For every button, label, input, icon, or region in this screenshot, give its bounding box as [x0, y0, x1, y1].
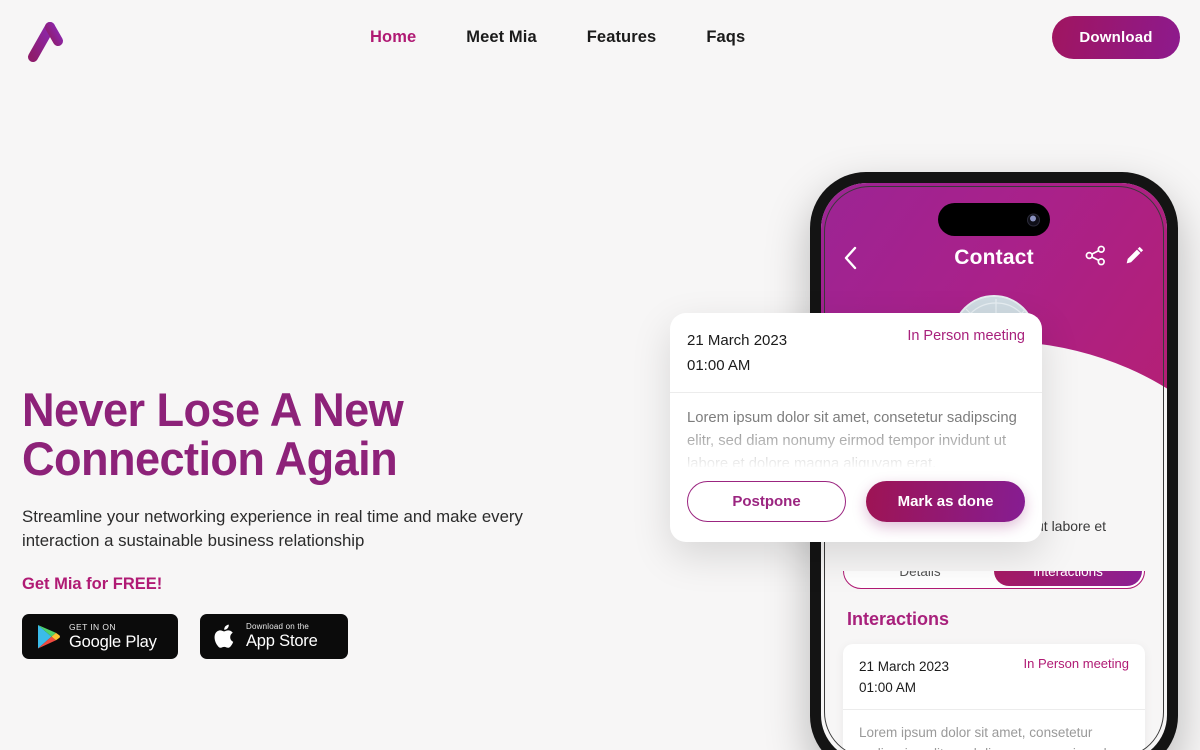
interaction-type: In Person meeting — [1023, 656, 1129, 671]
hero-section: Never Lose A New Connection Again Stream… — [22, 385, 642, 659]
front-camera-icon — [1027, 213, 1040, 226]
card-date: 21 March 2023 — [687, 332, 788, 349]
apple-icon — [214, 624, 234, 648]
top-navbar: Home Meet Mia Features Faqs Download — [0, 0, 1200, 75]
store-badges: GET IN ON Google Play Download on the Ap… — [22, 614, 642, 659]
pencil-icon[interactable] — [1124, 245, 1145, 271]
share-glyph — [1085, 245, 1105, 266]
google-play-badge-top: GET IN ON — [69, 622, 116, 632]
app-bar-actions — [1085, 245, 1145, 271]
nav-link-home[interactable]: Home — [370, 28, 416, 47]
card-datetime: 21 March 2023 01:00 AM — [687, 328, 787, 378]
hero-free-label: Get Mia for FREE! — [22, 575, 163, 593]
dynamic-island — [938, 203, 1050, 236]
interaction-header: 21 March 2023 01:00 AM In Person meeting — [843, 644, 1145, 710]
app-store-badge-bottom: App Store — [246, 632, 318, 651]
nav-link-features[interactable]: Features — [587, 28, 657, 47]
google-play-badge[interactable]: GET IN ON Google Play — [22, 614, 178, 659]
google-play-badge-bottom: Google Play — [69, 632, 157, 651]
interaction-time: 01:00 AM — [859, 680, 917, 695]
page-title: Never Lose A New Connection Again — [22, 385, 617, 483]
interaction-body: Lorem ipsum dolor sit amet, consetetur s… — [859, 725, 1107, 750]
hero-title-line-1: Never Lose A New — [22, 383, 404, 436]
card-actions: Postpone Mark as done — [670, 467, 1042, 542]
interaction-date: 21 March 2023 — [859, 659, 950, 674]
back-chevron-icon[interactable] — [843, 246, 858, 270]
google-play-icon — [38, 624, 60, 648]
interaction-detail-card: 21 March 2023 01:00 AM In Person meeting… — [670, 313, 1042, 542]
app-store-badge[interactable]: Download on the App Store — [200, 614, 348, 659]
postpone-button[interactable]: Postpone — [687, 481, 847, 522]
hero-subtitle: Streamline your networking experience in… — [22, 507, 523, 550]
mia-logo-icon — [28, 17, 70, 62]
hero-title-line-2: Connection Again — [22, 432, 398, 485]
card-meeting-type: In Person meeting — [907, 328, 1025, 344]
mia-logo[interactable] — [20, 8, 80, 66]
download-button[interactable]: Download — [1052, 16, 1180, 59]
section-title-interactions: Interactions — [847, 609, 950, 629]
nav-links: Home Meet Mia Features Faqs — [370, 0, 745, 75]
app-store-badge-top: Download on the — [246, 622, 310, 632]
card-header: 21 March 2023 01:00 AM In Person meeting — [670, 313, 1042, 393]
app-bar: Contact — [821, 241, 1167, 275]
pencil-glyph — [1126, 246, 1144, 264]
share-icon[interactable] — [1085, 245, 1106, 271]
interaction-list-item[interactable]: 21 March 2023 01:00 AM In Person meeting… — [843, 644, 1145, 750]
mark-as-done-button[interactable]: Mark as done — [866, 481, 1025, 522]
interaction-datetime: 21 March 2023 01:00 AM — [859, 656, 949, 698]
card-body-text: Lorem ipsum dolor sit amet, consetetur s… — [687, 410, 1017, 467]
nav-link-meet-mia[interactable]: Meet Mia — [466, 28, 536, 47]
chevron-left-glyph — [844, 246, 857, 270]
card-time: 01:00 AM — [687, 357, 751, 374]
nav-link-faqs[interactable]: Faqs — [706, 28, 745, 47]
